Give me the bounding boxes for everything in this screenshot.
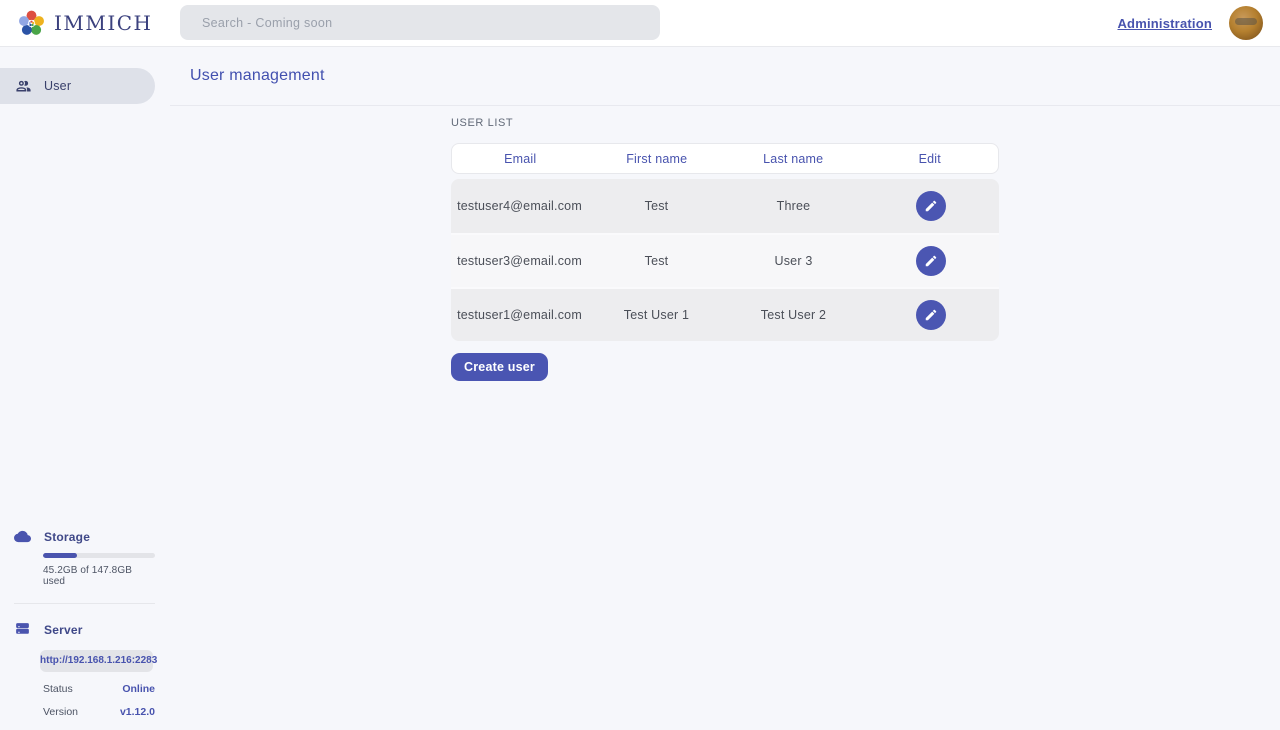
main-content: User management USER LIST Email First na…: [170, 47, 1280, 730]
column-header-email: Email: [452, 152, 589, 166]
table-row: testuser4@email.com Test Three: [451, 179, 999, 233]
storage-title: Storage: [44, 530, 90, 544]
server-status-row: Status Online: [43, 683, 155, 695]
edit-user-button[interactable]: [916, 191, 946, 221]
status-label: Status: [43, 683, 73, 695]
sidebar: User Storage 45.2GB of 147.8GB used: [0, 47, 170, 730]
column-header-last-name: Last name: [725, 152, 862, 166]
cell-last-name: Test User 2: [725, 308, 862, 322]
user-list-label: USER LIST: [451, 117, 999, 129]
create-user-button[interactable]: Create user: [451, 353, 548, 381]
version-value: v1.12.0: [120, 706, 155, 718]
sidebar-item-user[interactable]: User: [0, 68, 155, 104]
table-row: testuser1@email.com Test User 1 Test Use…: [451, 287, 999, 341]
version-label: Version: [43, 706, 78, 718]
cell-last-name: Three: [725, 199, 862, 213]
user-table-body: testuser4@email.com Test Three te: [451, 179, 999, 341]
server-icon: [14, 621, 31, 638]
cell-email: testuser3@email.com: [451, 254, 588, 268]
users-icon: [15, 78, 32, 95]
table-row: testuser3@email.com Test User 3: [451, 233, 999, 287]
table-header-row: Email First name Last name Edit: [451, 143, 999, 174]
pencil-icon: [924, 254, 938, 268]
cell-first-name: Test: [588, 254, 725, 268]
server-url-badge: http://192.168.1.216:2283: [40, 650, 153, 672]
status-value: Online: [122, 683, 155, 695]
top-bar: IMMICH Administration: [0, 0, 1280, 47]
user-avatar[interactable]: [1229, 6, 1263, 40]
sidebar-item-label: User: [44, 79, 71, 93]
page-header: User management: [170, 47, 1280, 106]
cell-last-name: User 3: [725, 254, 862, 268]
cell-first-name: Test User 1: [588, 308, 725, 322]
column-header-edit: Edit: [862, 152, 999, 166]
storage-section: Storage 45.2GB of 147.8GB used: [14, 528, 155, 587]
logo-text: IMMICH: [54, 11, 153, 35]
cell-email: testuser1@email.com: [451, 308, 588, 322]
topbar-right: Administration: [1117, 6, 1263, 40]
server-version-row: Version v1.12.0: [43, 706, 155, 718]
pencil-icon: [924, 308, 938, 322]
administration-link[interactable]: Administration: [1117, 16, 1212, 31]
storage-progress-bar: [43, 553, 155, 558]
storage-progress-fill: [43, 553, 77, 558]
server-section: Server http://192.168.1.216:2283 Status …: [14, 621, 155, 718]
immich-flower-icon: [15, 7, 48, 40]
pencil-icon: [924, 199, 938, 213]
footer-divider: [14, 603, 155, 604]
edit-user-button[interactable]: [916, 300, 946, 330]
search-input[interactable]: [180, 5, 660, 40]
immich-app: IMMICH Administration User: [0, 0, 1280, 730]
storage-usage-text: 45.2GB of 147.8GB used: [43, 565, 155, 587]
cell-email: testuser4@email.com: [451, 199, 588, 213]
cell-first-name: Test: [588, 199, 725, 213]
logo[interactable]: IMMICH: [15, 7, 153, 40]
column-header-first-name: First name: [589, 152, 726, 166]
edit-user-button[interactable]: [916, 246, 946, 276]
server-title: Server: [44, 623, 83, 637]
page-title: User management: [190, 67, 325, 85]
sidebar-footer: Storage 45.2GB of 147.8GB used Server: [0, 528, 170, 730]
cloud-icon: [14, 528, 31, 545]
